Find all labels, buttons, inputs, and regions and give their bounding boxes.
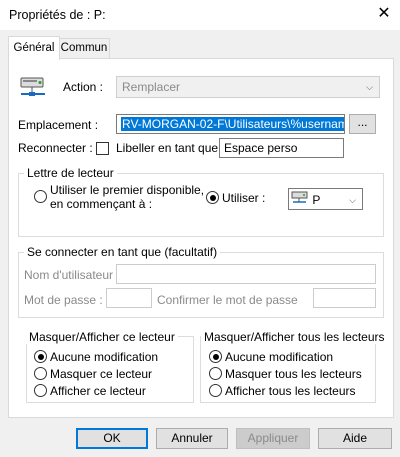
- first-available-radio[interactable]: [34, 190, 47, 203]
- help-button[interactable]: Aide: [318, 428, 392, 449]
- first-available-line1: Utiliser le premier disponible,: [50, 183, 205, 197]
- ok-button[interactable]: OK: [76, 428, 148, 449]
- hide-all-option-label: Masquer tous les lecteurs: [225, 367, 362, 381]
- tab-general[interactable]: Général: [8, 36, 60, 60]
- location-value: RV-MORGAN-02-F\Utilisateurs\%username%: [121, 117, 344, 131]
- password-label: Mot de passe :: [24, 293, 103, 307]
- hide-drive-option-label: Masquer ce lecteur: [50, 367, 153, 381]
- hide-drive-option-label: Aucune modification: [50, 350, 159, 364]
- drive-icon: [291, 190, 309, 209]
- confirm-password-label: Confirmer le mot de passe: [157, 293, 298, 307]
- close-icon[interactable]: ✕: [374, 4, 394, 24]
- drive-letter-combo[interactable]: P ⌵: [288, 188, 363, 210]
- first-available-line2: en commençant à :: [50, 197, 153, 211]
- label-as-input[interactable]: Espace perso: [219, 138, 344, 158]
- use-label: Utiliser :: [222, 191, 266, 205]
- browse-button[interactable]: ...: [349, 114, 376, 134]
- tab-common[interactable]: Commun: [58, 38, 110, 58]
- hide-drive-option-label: Afficher ce lecteur: [50, 384, 146, 398]
- location-label: Emplacement :: [18, 118, 99, 132]
- action-combo[interactable]: Remplacer ⌵: [116, 76, 380, 98]
- chevron-down-icon: ⌵: [349, 195, 356, 205]
- drive-letter-group-title: Lettre de lecteur: [24, 166, 117, 180]
- reconnect-checkbox[interactable]: [96, 142, 109, 155]
- drive-letter-value: P: [312, 192, 321, 207]
- hide-all-group-title: Masquer/Afficher tous les lecteurs: [201, 330, 388, 344]
- username-label: Nom d'utilisateur :: [24, 268, 120, 282]
- hide-all-no-change-radio[interactable]: [209, 350, 222, 363]
- hide-all-show-radio[interactable]: [209, 384, 222, 397]
- connect-as-group-title: Se connecter en tant que (facultatif): [24, 245, 221, 259]
- hide-drive-show-radio[interactable]: [34, 384, 47, 397]
- chevron-down-icon: ⌵: [366, 82, 373, 92]
- action-value: Remplacer: [122, 80, 181, 94]
- hide-drive-no-change-radio[interactable]: [34, 350, 47, 363]
- reconnect-label: Reconnecter :: [18, 141, 93, 155]
- use-radio[interactable]: [206, 191, 219, 204]
- label-as-label: Libeller en tant que :: [116, 141, 225, 155]
- cancel-button[interactable]: Annuler: [156, 428, 228, 449]
- network-drive-icon: [18, 74, 48, 100]
- apply-button[interactable]: Appliquer: [236, 428, 310, 449]
- window-title: Propriétés de : P:: [9, 8, 106, 22]
- connect-as-group: [18, 252, 384, 318]
- password-input[interactable]: [106, 288, 152, 308]
- location-input[interactable]: RV-MORGAN-02-F\Utilisateurs\%username%: [116, 114, 345, 134]
- hide-drive-group-title: Masquer/Afficher ce lecteur: [26, 330, 178, 344]
- username-input[interactable]: [116, 264, 376, 284]
- hide-all-option-label: Aucune modification: [225, 350, 334, 364]
- hide-all-option-label: Afficher tous les lecteurs: [225, 384, 356, 398]
- confirm-password-input[interactable]: [313, 288, 376, 308]
- hide-all-hide-radio[interactable]: [209, 367, 222, 380]
- hide-drive-hide-radio[interactable]: [34, 367, 47, 380]
- action-label: Action :: [63, 80, 104, 94]
